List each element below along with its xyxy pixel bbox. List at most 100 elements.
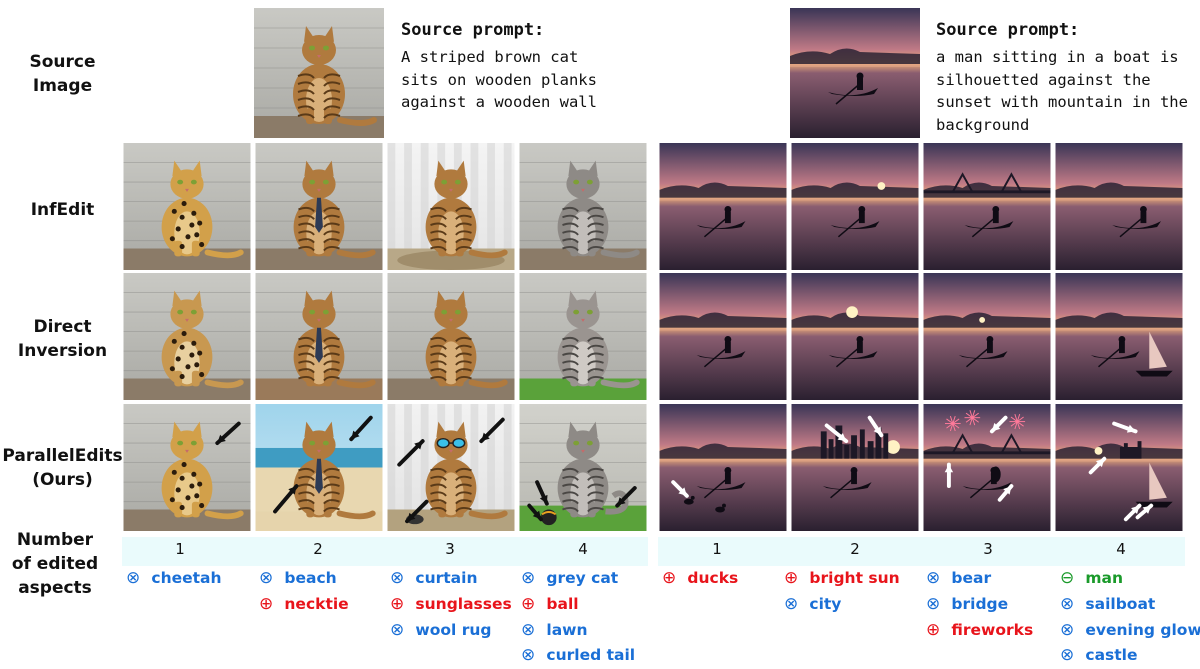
left-number-bar — [122, 537, 648, 566]
right-number-bar — [658, 537, 1185, 566]
row-label-source: Source Image — [29, 52, 96, 96]
right-parallel-edits-image-3 — [922, 404, 1052, 531]
edit-text: grey cat — [541, 569, 619, 587]
left-infedit-image-1 — [122, 143, 252, 270]
edit-symbol-icon: ⊕ — [784, 568, 799, 588]
edit-symbol-icon: ⊗ — [126, 568, 141, 588]
edit-text: bear — [946, 569, 992, 587]
right-direct-inversion-image-3 — [922, 273, 1052, 400]
left-direct-inversion-image-3 — [386, 273, 516, 400]
edit-symbol-icon: ⊕ — [926, 620, 941, 640]
right-infedit-image-2 — [790, 143, 920, 270]
edit-symbol-icon: ⊗ — [784, 594, 799, 614]
right-num-4: 4 — [1116, 540, 1126, 558]
edit-text: sunglasses — [410, 595, 512, 613]
edit-symbol-icon: ⊕ — [662, 568, 677, 588]
left-edit-2-2: ⊕ necktie — [259, 594, 349, 614]
right-parallel-edits-image-2 — [790, 404, 920, 531]
edit-text: ducks — [682, 569, 739, 587]
edit-symbol-icon: ⊗ — [926, 568, 941, 588]
source-boat-image — [790, 8, 920, 138]
edit-text: necktie — [279, 595, 349, 613]
right-edit-4-4: ⊗ castle — [1060, 645, 1138, 665]
left-edit-3-3: ⊗ wool rug — [390, 620, 492, 640]
right-edit-4-1: ⊖ man — [1060, 568, 1123, 588]
right-direct-inversion-image-4 — [1054, 273, 1184, 400]
right-prompt-text: a man sitting in a boat is silhouetted a… — [936, 48, 1188, 134]
left-parallel-edits-image-1 — [122, 404, 252, 531]
edit-text: bright sun — [804, 569, 900, 587]
left-direct-inversion-image-2 — [254, 273, 384, 400]
left-edit-1-1: ⊗ cheetah — [126, 568, 222, 588]
right-edit-3-2: ⊗ bridge — [926, 594, 1008, 614]
edit-symbol-icon: ⊗ — [1060, 645, 1075, 665]
right-num-3: 3 — [983, 540, 993, 558]
edit-symbol-icon: ⊗ — [390, 568, 405, 588]
row-label-infedit: InfEdit — [30, 200, 95, 220]
left-infedit-image-2 — [254, 143, 384, 270]
right-edit-2-1: ⊕ bright sun — [784, 568, 900, 588]
right-edit-4-2: ⊗ sailboat — [1060, 594, 1155, 614]
edit-text: lawn — [541, 621, 588, 639]
edit-symbol-icon: ⊗ — [926, 594, 941, 614]
right-infedit-image-4 — [1054, 143, 1184, 270]
edit-symbol-icon: ⊗ — [1060, 620, 1075, 640]
right-parallel-edits-image-4 — [1054, 404, 1184, 531]
edit-text: city — [804, 595, 842, 613]
left-infedit-image-3 — [386, 143, 516, 270]
left-edit-2-1: ⊗ beach — [259, 568, 337, 588]
edit-symbol-icon: ⊗ — [390, 620, 405, 640]
left-num-2: 2 — [313, 540, 323, 558]
right-edit-2-2: ⊗ city — [784, 594, 841, 614]
edit-text: castle — [1080, 646, 1138, 664]
edit-text: curled tail — [541, 646, 636, 664]
edit-symbol-icon: ⊕ — [390, 594, 405, 614]
left-infedit-image-4 — [518, 143, 648, 270]
edit-symbol-icon: ⊗ — [1060, 594, 1075, 614]
right-edit-4-3: ⊗ evening glow — [1060, 620, 1200, 640]
edit-symbol-icon: ⊗ — [521, 620, 536, 640]
edit-text: sailboat — [1080, 595, 1156, 613]
left-num-3: 3 — [445, 540, 455, 558]
left-num-1: 1 — [175, 540, 185, 558]
left-edit-3-1: ⊗ curtain — [390, 568, 477, 588]
row-label-number-of-edited-aspects: Number of edited aspects — [11, 530, 99, 598]
edit-symbol-icon: ⊕ — [259, 594, 274, 614]
right-edit-1-1: ⊕ ducks — [662, 568, 738, 588]
edit-text: man — [1080, 569, 1124, 587]
edit-symbol-icon: ⊗ — [521, 645, 536, 665]
right-edit-3-3: ⊕ fireworks — [926, 620, 1033, 640]
left-edit-4-3: ⊗ lawn — [521, 620, 588, 640]
left-prompt-title: Source prompt: — [401, 20, 545, 40]
right-num-2: 2 — [850, 540, 860, 558]
edit-symbol-icon: ⊗ — [521, 568, 536, 588]
row-label-direct-inversion: Direct Inversion — [17, 317, 108, 361]
right-prompt-title: Source prompt: — [936, 20, 1080, 40]
source-cat-image — [254, 8, 384, 138]
edit-symbol-icon: ⊕ — [521, 594, 536, 614]
edit-text: ball — [541, 595, 579, 613]
edit-text: wool rug — [410, 621, 492, 639]
right-edit-3-1: ⊗ bear — [926, 568, 991, 588]
edit-text: evening glow — [1080, 621, 1200, 639]
left-edit-4-2: ⊕ ball — [521, 594, 579, 614]
edit-text: cheetah — [146, 569, 222, 587]
edit-symbol-icon: ⊖ — [1060, 568, 1075, 588]
row-label-parallel-edits: ParallelEdits (Ours) — [2, 446, 123, 490]
left-parallel-edits-image-4 — [518, 404, 648, 531]
left-direct-inversion-image-1 — [122, 273, 252, 400]
left-parallel-edits-image-3 — [386, 404, 516, 531]
edit-text: beach — [279, 569, 337, 587]
left-edit-3-2: ⊕ sunglasses — [390, 594, 512, 614]
left-direct-inversion-image-4 — [518, 273, 648, 400]
left-num-4: 4 — [578, 540, 588, 558]
edit-text: fireworks — [946, 621, 1034, 639]
right-direct-inversion-image-2 — [790, 273, 920, 400]
edit-text: bridge — [946, 595, 1009, 613]
left-edit-4-4: ⊗ curled tail — [521, 645, 635, 665]
left-parallel-edits-image-2 — [254, 404, 384, 531]
edit-text: curtain — [410, 569, 478, 587]
right-infedit-image-3 — [922, 143, 1052, 270]
right-parallel-edits-image-1 — [658, 404, 788, 531]
right-num-1: 1 — [712, 540, 722, 558]
